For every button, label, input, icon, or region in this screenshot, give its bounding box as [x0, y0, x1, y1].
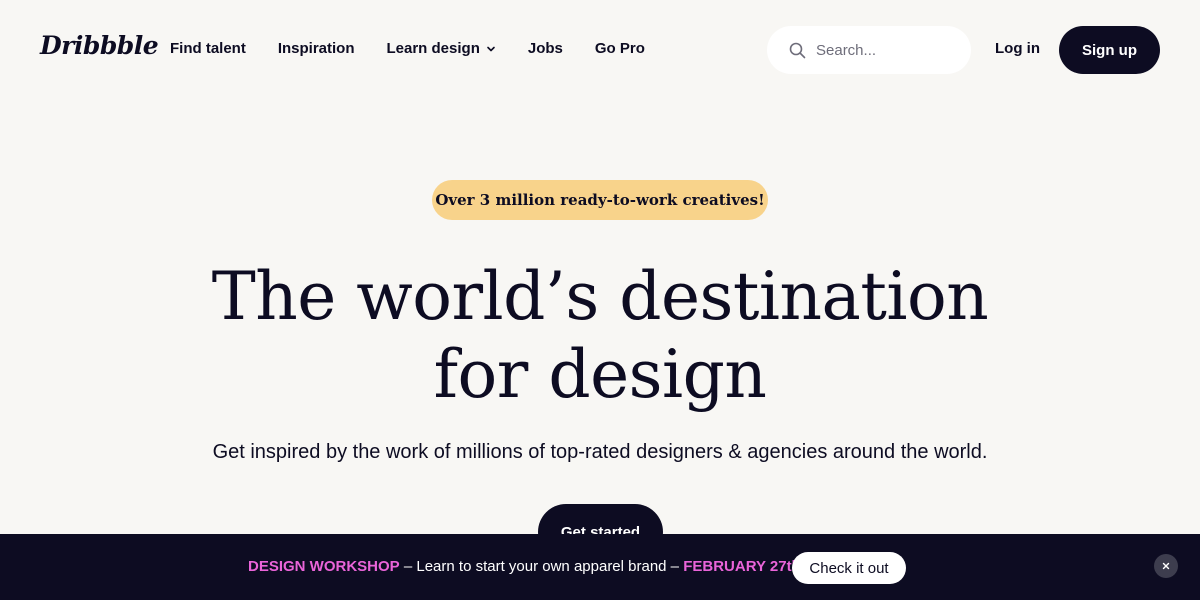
- top-navigation: Dribbble Find talent Inspiration Learn d…: [0, 0, 1200, 100]
- promo-highlight-date: FEBRUARY 27th: [683, 558, 801, 575]
- nav-go-pro[interactable]: Go Pro: [595, 40, 645, 57]
- nav-jobs[interactable]: Jobs: [528, 40, 563, 57]
- hero-headline-line-1: The world’s destination: [211, 258, 989, 335]
- nav-inspiration-label: Inspiration: [277, 40, 355, 57]
- main-nav: Find talent Inspiration Learn design Job…: [170, 40, 645, 57]
- promo-banner: DESIGN WORKSHOP – Learn to start your ow…: [0, 534, 1200, 600]
- nav-jobs-label: Jobs: [527, 40, 563, 57]
- search-input[interactable]: [814, 40, 958, 60]
- search-icon: [789, 42, 806, 58]
- login-link[interactable]: Log in: [995, 40, 1040, 57]
- check-it-out-button[interactable]: Check it out: [792, 552, 906, 584]
- banner-close-button[interactable]: [1154, 554, 1178, 578]
- hero-headline: The world’s destination for design: [0, 258, 1200, 414]
- nav-learn-design-label: Learn design: [386, 40, 480, 57]
- promo-banner-text: DESIGN WORKSHOP – Learn to start your ow…: [248, 558, 801, 575]
- hero-headline-line-2: for design: [433, 336, 767, 413]
- search-box[interactable]: [767, 26, 971, 74]
- nav-go-pro-label: Go Pro: [594, 40, 645, 57]
- nav-find-talent[interactable]: Find talent: [170, 40, 246, 57]
- nav-find-talent-label: Find talent: [170, 40, 246, 57]
- dribbble-logo[interactable]: Dribbble: [40, 31, 159, 60]
- promo-highlight-title: DESIGN WORKSHOP: [248, 558, 400, 575]
- hero-subheadline: Get inspired by the work of millions of …: [212, 441, 988, 463]
- close-icon: [1162, 562, 1170, 570]
- nav-learn-design[interactable]: Learn design: [387, 40, 496, 57]
- creatives-badge: Over 3 million ready-to-work creatives!: [432, 180, 768, 220]
- promo-description: – Learn to start your own apparel brand …: [399, 558, 684, 575]
- chevron-down-icon: [487, 46, 495, 51]
- nav-inspiration[interactable]: Inspiration: [278, 40, 355, 57]
- signup-button[interactable]: Sign up: [1059, 26, 1160, 74]
